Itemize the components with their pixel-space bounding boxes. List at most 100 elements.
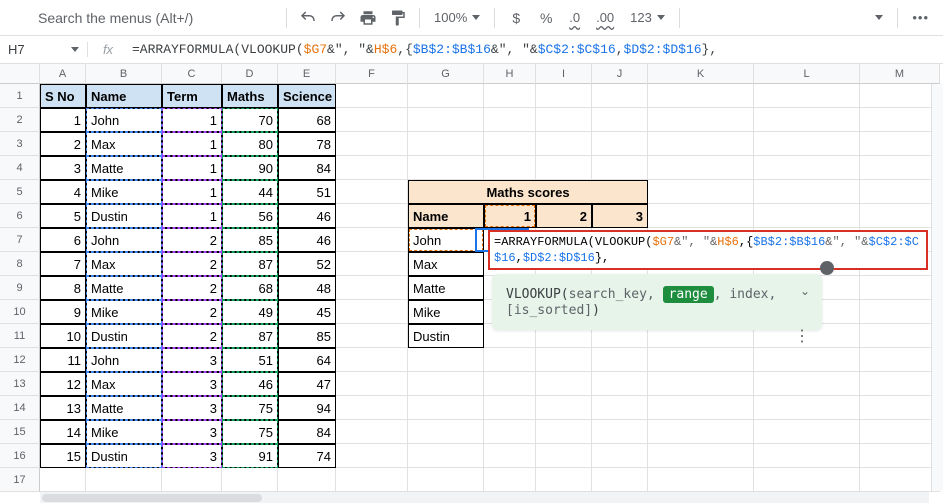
cell[interactable]: John [86,228,162,252]
cell[interactable]: John [86,348,162,372]
redo-icon[interactable] [325,5,351,31]
cell[interactable] [754,468,860,492]
cell[interactable] [860,420,940,444]
cell[interactable]: 51 [222,348,278,372]
cell[interactable]: 13 [40,396,86,420]
cell[interactable] [648,444,754,468]
cell[interactable]: 3 [162,372,222,396]
percent-button[interactable]: % [533,5,559,31]
cell[interactable] [336,420,408,444]
row-header-4[interactable]: 4 [0,156,40,180]
cell[interactable]: 2 [162,252,222,276]
cell[interactable]: S No [40,84,86,108]
cell[interactable] [860,84,940,108]
cell[interactable] [536,420,592,444]
hint-menu-icon[interactable]: ⋮ [794,326,810,346]
cell[interactable] [592,108,648,132]
cell[interactable]: 51 [278,180,336,204]
cell[interactable]: 1 [484,204,536,228]
col-header-D[interactable]: D [222,64,278,84]
cell[interactable]: 75 [222,420,278,444]
cell[interactable] [860,204,940,228]
cell[interactable]: 74 [278,444,336,468]
cell[interactable] [336,444,408,468]
cell[interactable] [408,444,484,468]
lookup-title[interactable]: Maths scores [408,180,648,204]
cell[interactable] [484,372,536,396]
col-header-L[interactable]: L [754,64,860,84]
col-header-G[interactable]: G [408,64,484,84]
cell[interactable] [336,300,408,324]
cell[interactable]: 15 [40,444,86,468]
cell[interactable]: 4 [40,180,86,204]
cell[interactable] [484,108,536,132]
cell[interactable]: 94 [278,396,336,420]
cell[interactable] [648,372,754,396]
cell[interactable] [484,444,536,468]
cell[interactable]: Max [86,252,162,276]
overlay-drag-handle[interactable] [820,261,834,275]
col-header-F[interactable]: F [336,64,408,84]
cell[interactable] [536,396,592,420]
cell[interactable] [484,348,536,372]
cell[interactable]: 1 [162,180,222,204]
menu-search[interactable]: Search the menus (Alt+/) [8,10,278,26]
cell[interactable] [536,156,592,180]
cell[interactable] [408,396,484,420]
cell[interactable]: 2 [162,324,222,348]
cell[interactable]: 46 [278,204,336,228]
cell[interactable] [408,372,484,396]
cell[interactable] [408,156,484,180]
cell[interactable] [484,156,536,180]
cell[interactable] [754,84,860,108]
format-dropdown[interactable]: 123 [624,10,671,25]
cell[interactable]: 80 [222,132,278,156]
cell[interactable] [336,276,408,300]
cell[interactable] [336,228,408,252]
row-header-13[interactable]: 13 [0,372,40,396]
cell[interactable] [336,156,408,180]
horizontal-scrollbar[interactable] [40,491,929,503]
cell[interactable] [860,180,940,204]
cell[interactable] [408,420,484,444]
cell[interactable]: John [408,228,484,252]
cell[interactable] [336,348,408,372]
cell[interactable] [648,156,754,180]
cell[interactable] [592,156,648,180]
more-toolbar[interactable]: ••• [906,10,935,25]
dec-increase[interactable]: .00 [590,10,620,25]
cell[interactable]: 14 [40,420,86,444]
cell[interactable]: 45 [278,300,336,324]
col-header-A[interactable]: A [40,64,86,84]
cell[interactable] [648,420,754,444]
cell[interactable]: 1 [40,108,86,132]
cell[interactable]: 84 [278,156,336,180]
cell[interactable] [592,84,648,108]
cell[interactable] [222,468,278,492]
cell[interactable] [860,132,940,156]
cell[interactable]: 56 [222,204,278,228]
cell[interactable]: Matte [408,276,484,300]
cell[interactable]: 44 [222,180,278,204]
cell[interactable] [592,396,648,420]
cell[interactable] [592,372,648,396]
dec-decrease[interactable]: .0 [563,10,586,25]
cell[interactable]: 1 [162,132,222,156]
row-header-7[interactable]: 7 [0,228,40,252]
cell[interactable] [754,444,860,468]
paint-format-icon[interactable] [385,5,411,31]
cell[interactable]: 68 [278,108,336,132]
cell[interactable]: 3 [40,156,86,180]
cell[interactable]: 11 [40,348,86,372]
row-header-2[interactable]: 2 [0,108,40,132]
cell[interactable]: 3 [162,420,222,444]
cell[interactable]: Mike [86,180,162,204]
row-header-9[interactable]: 9 [0,276,40,300]
cell[interactable] [484,420,536,444]
cell[interactable] [860,468,940,492]
cell[interactable] [754,420,860,444]
cell[interactable] [592,468,648,492]
cell[interactable] [336,84,408,108]
cell[interactable] [860,444,940,468]
font-dropdown[interactable] [866,15,889,20]
